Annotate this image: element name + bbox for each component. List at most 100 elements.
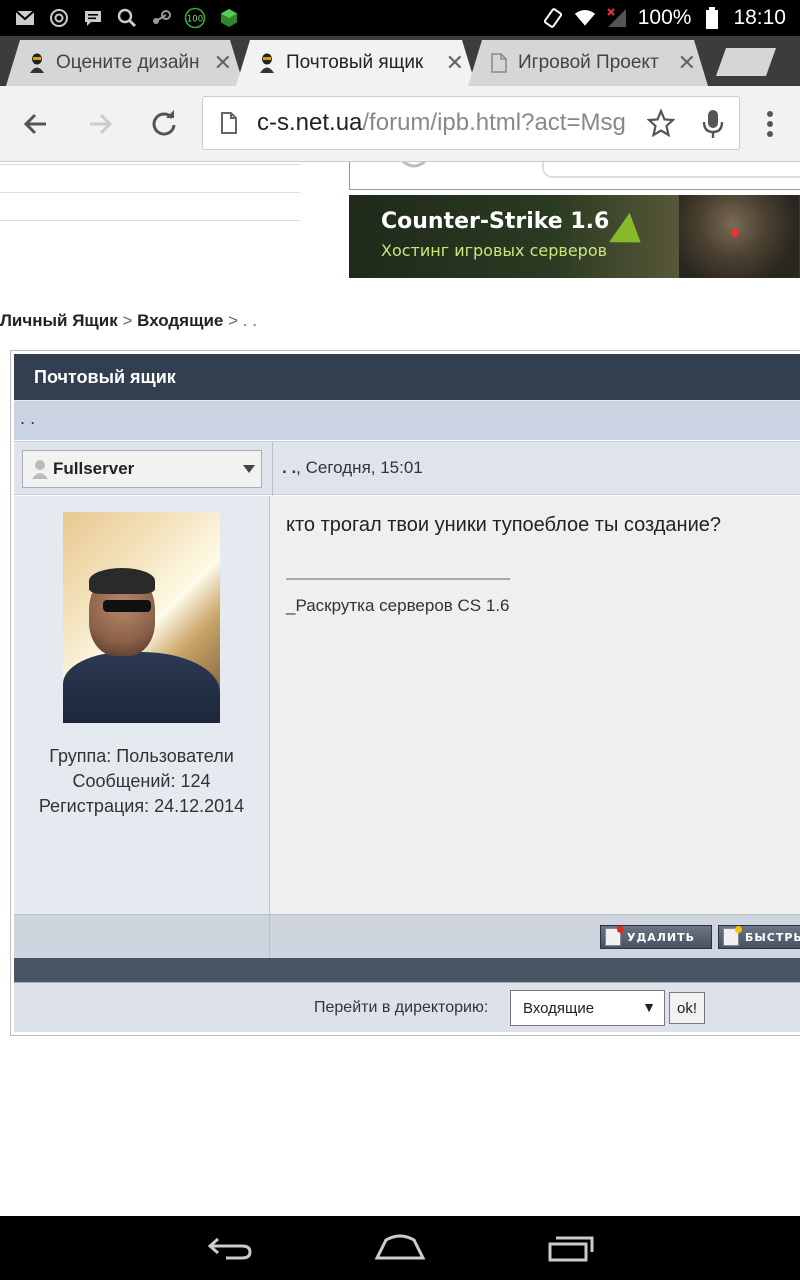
- page-icon: [221, 112, 237, 134]
- wifi-icon: [574, 7, 596, 29]
- chat-icon: [82, 7, 104, 29]
- android-icon: [218, 7, 240, 29]
- post-actions-bar: УДАЛИТЬ БЫСТРЫЙ: [14, 914, 800, 959]
- panel-title: Почтовый ящик: [14, 354, 800, 400]
- browser-toolbar: c-s.net.ua/forum/ipb.html?act=Msg: [0, 86, 800, 162]
- signature-divider: [286, 578, 510, 580]
- folder-jump-bar: Перейти в директорию: Входящие ▼ ok!: [14, 982, 800, 1032]
- at-icon: [48, 7, 70, 29]
- breadcrumb-inbox[interactable]: Входящие: [137, 311, 223, 330]
- avatar: [63, 512, 220, 723]
- gear-icon: [401, 162, 427, 168]
- author-group: Группа: Пользователи: [49, 746, 234, 766]
- close-tab-icon[interactable]: ✕: [446, 50, 464, 76]
- tab-mailbox[interactable]: Почтовый ящик ✕: [236, 40, 476, 86]
- search-icon: [116, 7, 138, 29]
- reload-button[interactable]: [148, 108, 180, 140]
- delete-button[interactable]: УДАЛИТЬ: [600, 925, 712, 949]
- divider: [0, 220, 300, 221]
- banner-title: Counter-Strike 1.6: [381, 209, 610, 234]
- status-bar: 100 100% 18:10: [0, 0, 800, 36]
- message-text: кто трогал твои уники тупоеблое ты созда…: [286, 514, 721, 536]
- nav-recents-button[interactable]: [544, 1232, 596, 1264]
- soldier-favicon-icon: [26, 52, 48, 74]
- breadcrumb-separator: >: [228, 311, 239, 330]
- author-info: Группа: Пользователи Сообщений: 124 Реги…: [14, 744, 269, 819]
- soldier-image: [679, 195, 799, 278]
- rotate-icon: [542, 7, 564, 29]
- author-post-count: Сообщений: 124: [72, 771, 211, 791]
- web-page: Counter-Strike 1.6 Хостинг игровых серве…: [0, 162, 800, 1216]
- post-date: . ., Сегодня, 15:01: [282, 458, 423, 477]
- tab-game-project[interactable]: Игровой Проект ✕: [468, 40, 708, 86]
- clock: 18:10: [733, 6, 786, 29]
- divider: [0, 192, 300, 193]
- page-icon: [488, 52, 510, 74]
- counter-100-icon: 100: [184, 7, 206, 29]
- overflow-menu-icon: [767, 111, 773, 137]
- reload-icon: [152, 110, 176, 136]
- breadcrumb: Личный Ящик > Входящие > . .: [0, 311, 257, 331]
- quick-reply-button[interactable]: БЫСТРЫЙ: [718, 925, 800, 949]
- tab-title: Почтовый ящик: [286, 52, 424, 73]
- nav-back-icon: [207, 1237, 252, 1260]
- hosting-banner[interactable]: Counter-Strike 1.6 Хостинг игровых серве…: [349, 195, 800, 278]
- message-column: кто трогал твои уники тупоеблое ты созда…: [270, 496, 800, 914]
- tab-design[interactable]: Оцените дизайн ✕: [6, 40, 244, 86]
- svg-text:100: 100: [187, 15, 203, 25]
- column-divider: [272, 442, 273, 496]
- author-registration: Регистрация: 24.12.2014: [38, 796, 245, 816]
- bookmark-star-icon[interactable]: [646, 108, 676, 141]
- arrow-left-icon: [23, 113, 46, 135]
- delete-doc-icon: [605, 926, 624, 946]
- author-column: Группа: Пользователи Сообщений: 124 Реги…: [14, 496, 269, 914]
- battery-icon: [701, 7, 723, 29]
- user-icon: [32, 460, 48, 479]
- tab-title: Оцените дизайн: [56, 52, 200, 73]
- mail-icon: [14, 7, 36, 29]
- top-banner-edge[interactable]: [349, 162, 800, 190]
- tab-strip: Оцените дизайн ✕ Почтовый ящик ✕ Игровой…: [0, 36, 800, 86]
- close-tab-icon[interactable]: ✕: [678, 50, 696, 76]
- nav-back-button[interactable]: [204, 1232, 256, 1264]
- folder-select[interactable]: Входящие ▼: [510, 990, 665, 1026]
- message-subject: . .: [14, 400, 800, 440]
- author-name: Fullserver: [53, 459, 135, 478]
- signal-icon: [606, 7, 628, 29]
- nav-home-icon: [374, 1234, 426, 1260]
- mailbox-panel: Почтовый ящик . . Fullserver . ., Сегодн…: [10, 350, 800, 1036]
- close-tab-icon[interactable]: ✕: [214, 50, 232, 76]
- breadcrumb-current: . .: [242, 311, 257, 330]
- reply-doc-icon: [723, 926, 742, 946]
- address-bar[interactable]: c-s.net.ua/forum/ipb.html?act=Msg: [202, 96, 740, 150]
- navigation-bar: [0, 1216, 800, 1280]
- column-divider: [269, 915, 270, 959]
- tab-title: Игровой Проект: [518, 52, 659, 73]
- post-header: Fullserver . ., Сегодня, 15:01: [14, 441, 800, 496]
- post-body: Группа: Пользователи Сообщений: 124 Реги…: [14, 496, 800, 914]
- separator-bar: [14, 958, 800, 982]
- forward-button[interactable]: [84, 108, 116, 140]
- new-tab-button[interactable]: [716, 48, 776, 76]
- nav-recents-icon: [548, 1236, 594, 1262]
- dropdown-arrow-icon: ▼: [642, 999, 656, 1015]
- play-triangle-icon: [609, 212, 651, 258]
- signature-link[interactable]: _Раскрутка серверов CS 1.6: [286, 596, 510, 616]
- arrow-right-icon: [90, 113, 113, 135]
- divider: [0, 164, 300, 165]
- url-text[interactable]: c-s.net.ua/forum/ipb.html?act=Msg: [257, 109, 627, 137]
- chevron-down-icon: [243, 465, 255, 473]
- soldier-favicon-icon: [256, 52, 278, 74]
- microphone-icon[interactable]: [701, 109, 725, 143]
- banner-subtitle: Хостинг игровых серверов: [381, 241, 608, 260]
- menu-button[interactable]: [754, 108, 786, 140]
- ok-button[interactable]: ok!: [669, 992, 705, 1024]
- nav-home-button[interactable]: [374, 1232, 426, 1264]
- back-button[interactable]: [20, 108, 52, 140]
- breadcrumb-personal-box[interactable]: Личный Ящик: [0, 311, 118, 330]
- folder-jump-label: Перейти в директорию:: [314, 999, 489, 1016]
- steam-icon: [150, 7, 172, 29]
- breadcrumb-separator: >: [122, 311, 133, 330]
- battery-percent: 100%: [637, 6, 692, 29]
- author-dropdown[interactable]: Fullserver: [22, 450, 262, 488]
